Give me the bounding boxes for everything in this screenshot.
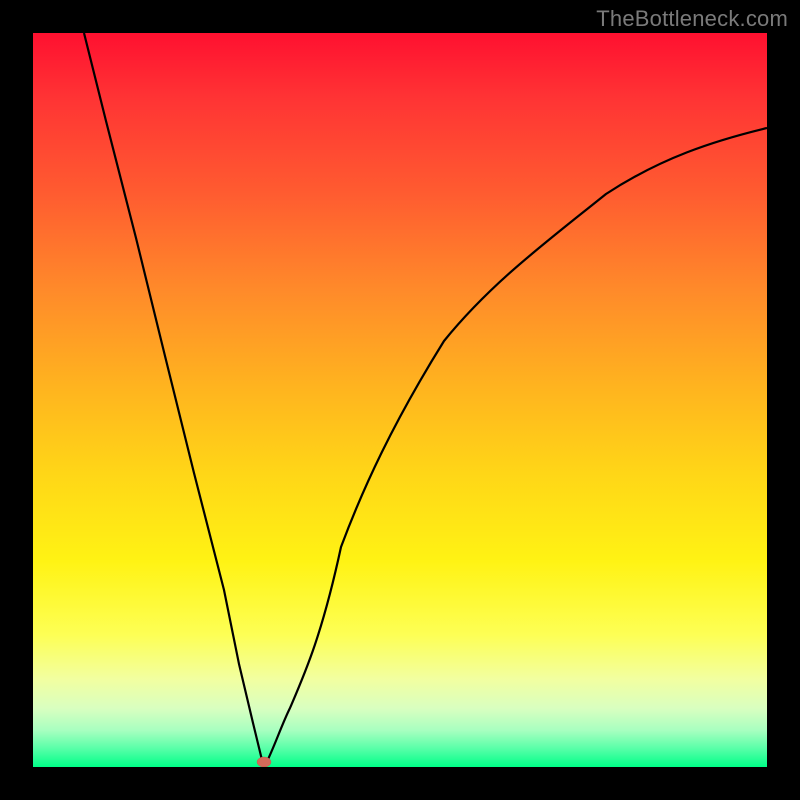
curve-svg <box>33 33 767 767</box>
plot-area <box>33 33 767 767</box>
chart-frame: TheBottleneck.com <box>0 0 800 800</box>
minimum-marker-dot <box>257 757 271 767</box>
watermark-label: TheBottleneck.com <box>596 6 788 32</box>
curve-right-branch <box>264 128 767 767</box>
curve-left-branch <box>84 33 264 767</box>
